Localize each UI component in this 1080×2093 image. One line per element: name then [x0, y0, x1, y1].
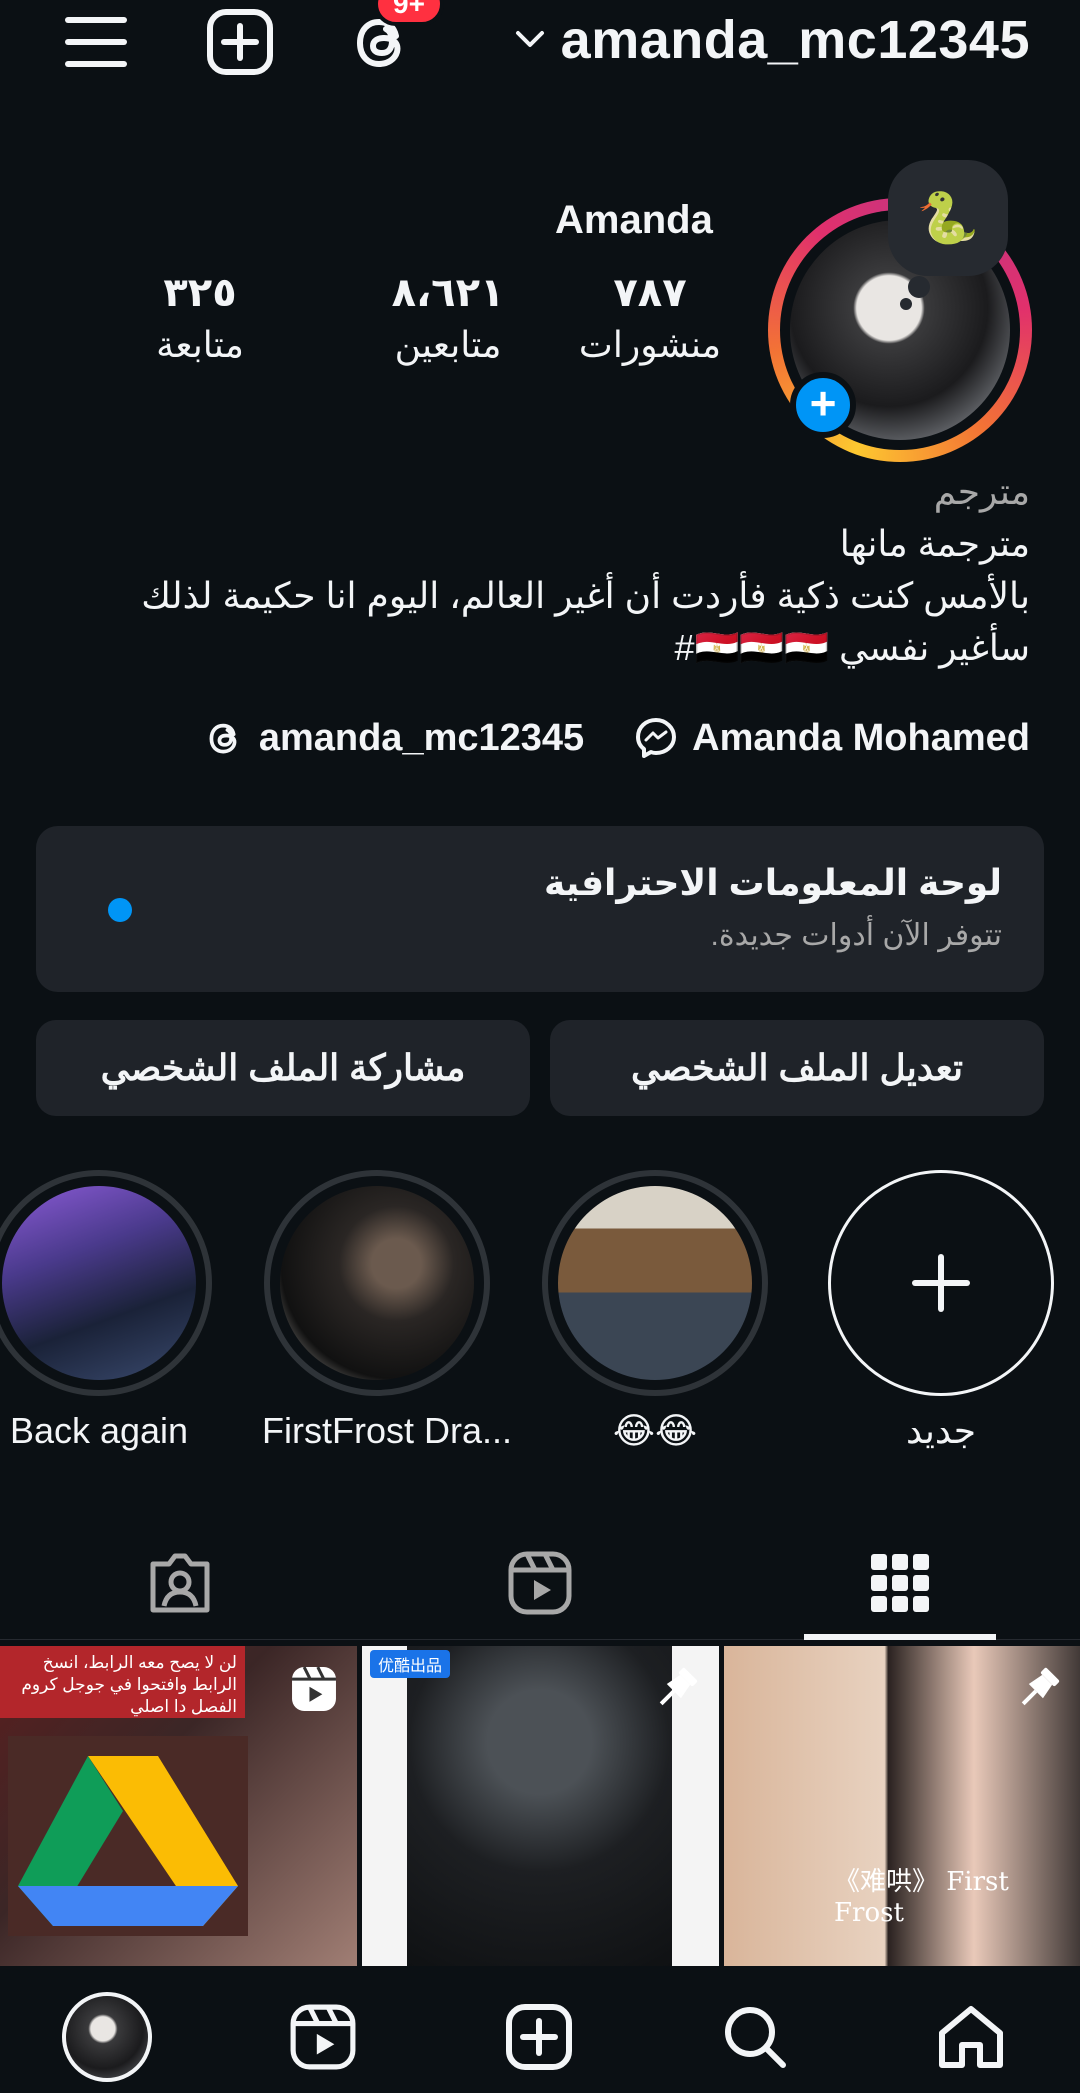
account-switcher[interactable]: amanda_mc12345 [515, 0, 1030, 80]
edit-profile-button[interactable]: تعديل الملف الشخصي [550, 1020, 1044, 1116]
highlight-item[interactable]: 😂😂 [540, 1170, 770, 1452]
profile-stats: ٧٨٧ منشورات ٨،٦٢١ متابعين ٣٢٥ متابعة [120, 270, 721, 390]
post-tile[interactable]: لن لا يصح معه الرابط، انسخ الرابط وافتحو… [0, 1646, 357, 1966]
highlight-image [2, 1186, 196, 1380]
bio-category: مترجم [933, 471, 1030, 512]
dashboard-subtitle: تتوفر الآن أدوات جديدة. [710, 919, 1002, 952]
chevron-down-icon [515, 31, 544, 47]
post-tile[interactable]: 优酷出品 [362, 1646, 719, 1966]
search-icon [725, 2007, 786, 2068]
tab-reels[interactable] [440, 1530, 640, 1636]
bio-line: مترجمة مانها [839, 523, 1030, 564]
following-count[interactable]: ٣٢٥ متابعة [120, 270, 280, 366]
display-name: Amanda [555, 198, 713, 242]
tab-posts-grid[interactable] [800, 1530, 1000, 1636]
note-tail-small [900, 298, 912, 310]
highlight-item[interactable]: Back again [0, 1170, 214, 1452]
followers-value: ٨،٦٢١ [391, 271, 505, 315]
menu-icon[interactable] [60, 6, 132, 78]
profile-links: amanda_mc12345 Amanda Mohamed [205, 710, 1030, 766]
highlight-cover [264, 1170, 490, 1396]
dashboard-title: لوحة المعلومات الاحترافية [543, 862, 1002, 903]
messenger-icon [636, 718, 677, 758]
threads-icon [209, 723, 237, 754]
highlight-label: FirstFrost Dra... [262, 1410, 512, 1451]
pin-icon [659, 1667, 698, 1706]
threads-link[interactable]: amanda_mc12345 [259, 717, 584, 760]
highlight-image [558, 1186, 752, 1380]
avatar [62, 1992, 152, 2082]
note-tail [908, 276, 930, 298]
highlight-item[interactable]: FirstFrost Dra... [262, 1170, 512, 1452]
post-image [407, 1646, 672, 1966]
share-profile-button[interactable]: مشاركة الملف الشخصي [36, 1020, 530, 1116]
posts-grid: لن لا يصح معه الرابط، انسخ الرابط وافتحو… [0, 1646, 1080, 1966]
new-highlight-circle [828, 1170, 1054, 1396]
facebook-link[interactable]: Amanda Mohamed [692, 717, 1030, 760]
highlight-label: جديد [905, 1410, 977, 1451]
username: amanda_mc12345 [560, 10, 1030, 70]
bio: مترجم مترجمة مانها بالأمس كنت ذكية فأردت… [70, 466, 1030, 674]
notification-badge: 9+ [374, 0, 444, 26]
active-tab-indicator [804, 1634, 996, 1640]
professional-dashboard[interactable]: لوحة المعلومات الاحترافية تتوفر الآن أدو… [36, 826, 1044, 992]
posts-count[interactable]: ٧٨٧ منشورات [560, 270, 740, 366]
plus-icon [912, 1254, 970, 1312]
add-story-button[interactable]: + [790, 372, 856, 438]
posts-value: ٧٨٧ [613, 271, 687, 315]
post-caption: 《难哄》 First Frost [834, 1867, 1009, 1928]
nav-home[interactable] [926, 1992, 1016, 2082]
profile-tabs [0, 1530, 1080, 1640]
post-brand-badge: 优酷出品 [370, 1650, 451, 1678]
note-bubble[interactable]: 🐍 [888, 160, 1008, 276]
reels-icon [290, 2004, 356, 2070]
highlight-image [280, 1186, 474, 1380]
following-label: متابعة [156, 324, 244, 365]
reel-icon [292, 1666, 336, 1711]
nav-create[interactable] [494, 1992, 584, 2082]
reels-icon [508, 1551, 572, 1615]
create-icon[interactable] [204, 6, 276, 78]
google-drive-icon [8, 1736, 248, 1936]
followers-label: متابعين [394, 324, 502, 365]
nav-profile[interactable] [62, 1992, 152, 2082]
followers-count[interactable]: ٨،٦٢١ متابعين [328, 270, 568, 366]
highlight-label: 😂😂 [612, 1410, 698, 1451]
pin-icon [1021, 1667, 1060, 1706]
highlight-cover [0, 1170, 212, 1396]
nav-search[interactable] [710, 1992, 800, 2082]
tab-tagged[interactable] [80, 1530, 280, 1636]
nav-reels[interactable] [278, 1992, 368, 2082]
bio-line: بالأمس كنت ذكية فأردت أن أغير العالم، ال… [141, 575, 1030, 616]
bio-line: سأغير نفسي 🇪🇬🇪🇬🇪🇬# [674, 627, 1030, 668]
posts-label: منشورات [578, 324, 722, 365]
note-emoji: 🐍 [916, 189, 980, 246]
create-icon [506, 2004, 572, 2070]
post-overlay-text: لن لا يصح معه الرابط، انسخ الرابط وافتحو… [0, 1646, 245, 1718]
top-bar: 9+ amanda_mc12345 [0, 0, 1080, 90]
highlight-cover [542, 1170, 768, 1396]
tagged-icon [150, 1553, 210, 1613]
highlight-label: Back again [9, 1410, 189, 1451]
post-tile[interactable]: 《难哄》 First Frost [724, 1646, 1080, 1966]
home-icon [939, 2006, 1003, 2068]
grid-icon [871, 1554, 929, 1612]
following-value: ٣٢٥ [163, 271, 237, 315]
bottom-navigation [0, 1966, 1080, 2093]
highlight-new[interactable]: جديد [826, 1170, 1056, 1452]
new-indicator-dot [108, 898, 132, 922]
